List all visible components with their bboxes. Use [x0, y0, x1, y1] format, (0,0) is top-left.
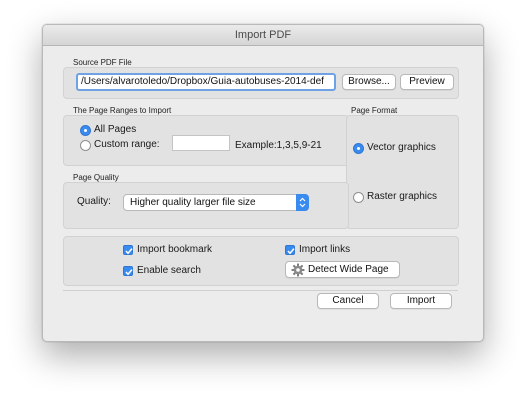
detect-wide-page-label: Detect Wide Page — [308, 264, 389, 275]
all-pages-radio[interactable] — [80, 125, 91, 136]
vector-graphics-radio[interactable] — [353, 143, 364, 154]
import-bookmark-checkbox[interactable] — [123, 245, 133, 255]
quality-select[interactable]: Higher quality larger file size — [123, 194, 309, 211]
chevron-updown-icon — [296, 194, 309, 211]
raster-graphics-label: Raster graphics — [367, 191, 438, 202]
import-bookmark-label: Import bookmark — [137, 244, 213, 255]
page-format-group — [346, 115, 459, 229]
checkmark-icon — [287, 248, 295, 255]
import-links-label: Import links — [299, 244, 351, 255]
page-quality-label: Page Quality — [73, 173, 119, 182]
custom-range-input[interactable] — [172, 135, 230, 151]
browse-button[interactable]: Browse... — [342, 74, 396, 90]
source-path-field[interactable]: /Users/alvarotoledo/Dropbox/Guia-autobus… — [76, 73, 336, 91]
checkmark-icon — [125, 269, 133, 276]
gear-icon — [291, 263, 305, 282]
quality-select-value: Higher quality larger file size — [130, 197, 256, 208]
footer-divider — [63, 290, 458, 291]
source-pdf-label: Source PDF File — [73, 58, 132, 67]
quality-label: Quality: — [77, 196, 111, 207]
enable-search-checkbox[interactable] — [123, 266, 133, 276]
import-links-checkbox[interactable] — [285, 245, 295, 255]
preview-button[interactable]: Preview — [400, 74, 454, 90]
dialog-title: Import PDF — [43, 25, 483, 46]
custom-range-radio[interactable] — [80, 140, 91, 151]
options-group — [63, 236, 459, 286]
range-example-text: Example:1,3,5,9-21 — [235, 140, 322, 151]
import-button[interactable]: Import — [390, 293, 452, 309]
cancel-button[interactable]: Cancel — [317, 293, 379, 309]
raster-graphics-radio[interactable] — [353, 192, 364, 203]
page-ranges-label: The Page Ranges to Import — [73, 106, 172, 115]
import-pdf-dialog: Import PDF Source PDF File /Users/alvaro… — [42, 24, 484, 342]
page-format-label: Page Format — [351, 106, 398, 115]
enable-search-label: Enable search — [137, 265, 201, 276]
detect-wide-page-button[interactable]: Detect Wide Page — [285, 261, 400, 278]
custom-range-label: Custom range: — [94, 139, 160, 150]
vector-graphics-label: Vector graphics — [367, 142, 436, 153]
checkmark-icon — [125, 248, 133, 255]
all-pages-label: All Pages — [94, 124, 137, 135]
